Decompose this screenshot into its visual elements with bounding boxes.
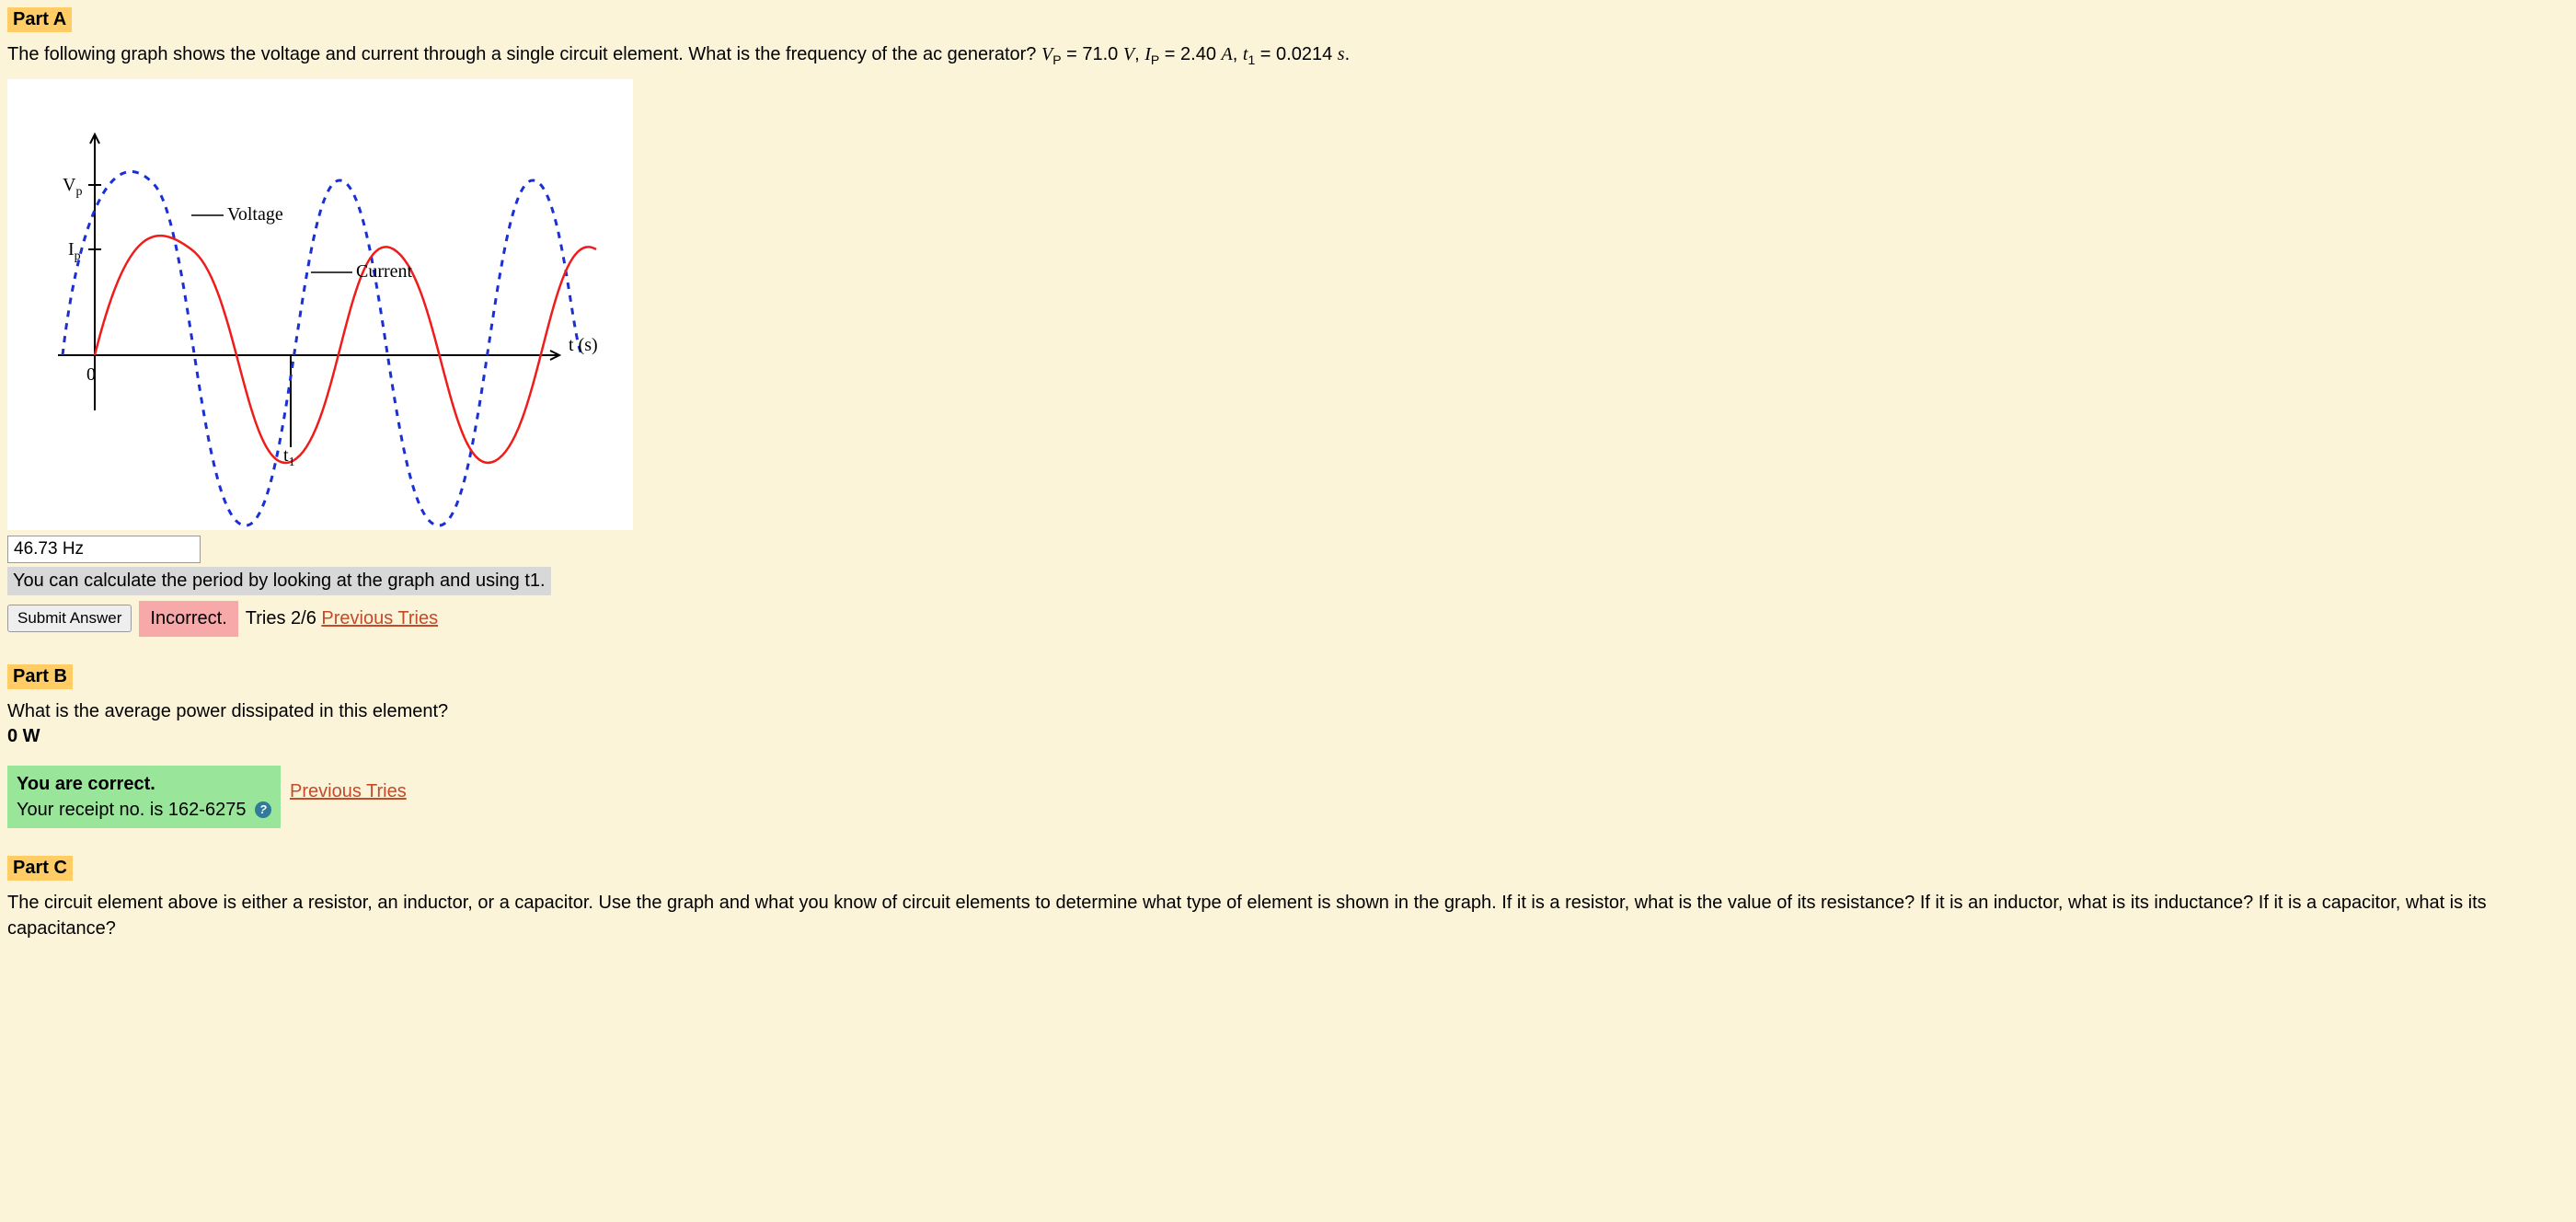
ip-sym: I [1144,44,1151,64]
correct-line2-prefix: Your receipt no. is [17,800,168,820]
ip-sub: P [1151,52,1159,67]
part-b-result-row: You are correct. Your receipt no. is 162… [7,756,2569,828]
hint-a: You can calculate the period by looking … [7,567,551,595]
part-a-question: The following graph shows the voltage an… [7,41,2569,70]
c2: , [1233,44,1243,64]
part-c-question: The circuit element above is either a re… [7,890,2569,941]
x-axis-label: t (s) [569,335,598,356]
part-b-answer: 0 W [7,726,2569,747]
answer-row [7,536,2569,563]
submit-button-a[interactable]: Submit Answer [7,605,132,632]
incorrect-badge: Incorrect. [139,601,237,637]
t1-val: 0.0214 [1276,44,1332,64]
eq3: = [1260,44,1276,64]
voltage-legend: Voltage [227,204,283,225]
correct-line1: You are correct. [17,774,155,794]
t1-sub: 1 [1248,52,1255,67]
ip-val: 2.40 [1180,44,1216,64]
eq2: = [1165,44,1180,64]
part-b-header: Part B [7,664,73,689]
receipt-no: 162-6275 [168,800,247,820]
vp-val: 71.0 [1082,44,1118,64]
part-b-question: What is the average power dissipated in … [7,698,2569,724]
graph-svg [7,79,633,530]
question-text: The following graph shows the voltage an… [7,44,1041,64]
voltage-current-graph: Vp Ip 0 t (s) t1 Voltage Current [7,79,633,530]
origin-zero: 0 [86,364,96,386]
t1-marker-label: t1 [283,445,295,470]
current-legend: Current [356,261,412,282]
eq1: = [1066,44,1082,64]
c1: , [1134,44,1144,64]
prev-tries-link-a[interactable]: Previous Tries [321,608,438,628]
part-a-header: Part A [7,7,72,32]
vp-sym: V [1041,44,1052,64]
correct-box: You are correct. Your receipt no. is 162… [7,766,281,828]
part-a-section: Part A The following graph shows the vol… [7,7,2569,637]
y-ip-label: Ip [68,239,81,264]
help-icon[interactable]: ? [255,801,271,818]
ip-unit: A [1222,44,1233,64]
part-c-section: Part C The circuit element above is eith… [7,856,2569,941]
p1: . [1345,44,1351,64]
tries-a: Tries 2/6 Previous Tries [246,608,438,629]
t1-unit: s [1338,44,1345,64]
part-c-header: Part C [7,856,73,881]
part-b-section: Part B What is the average power dissipa… [7,664,2569,828]
y-vp-label: Vp [63,175,82,200]
prev-tries-link-b[interactable]: Previous Tries [290,781,407,802]
submit-row-a: Submit Answer Incorrect. Tries 2/6 Previ… [7,601,2569,637]
answer-input-a[interactable] [7,536,201,563]
vp-sub: P [1052,52,1061,67]
vp-unit: V [1123,44,1134,64]
